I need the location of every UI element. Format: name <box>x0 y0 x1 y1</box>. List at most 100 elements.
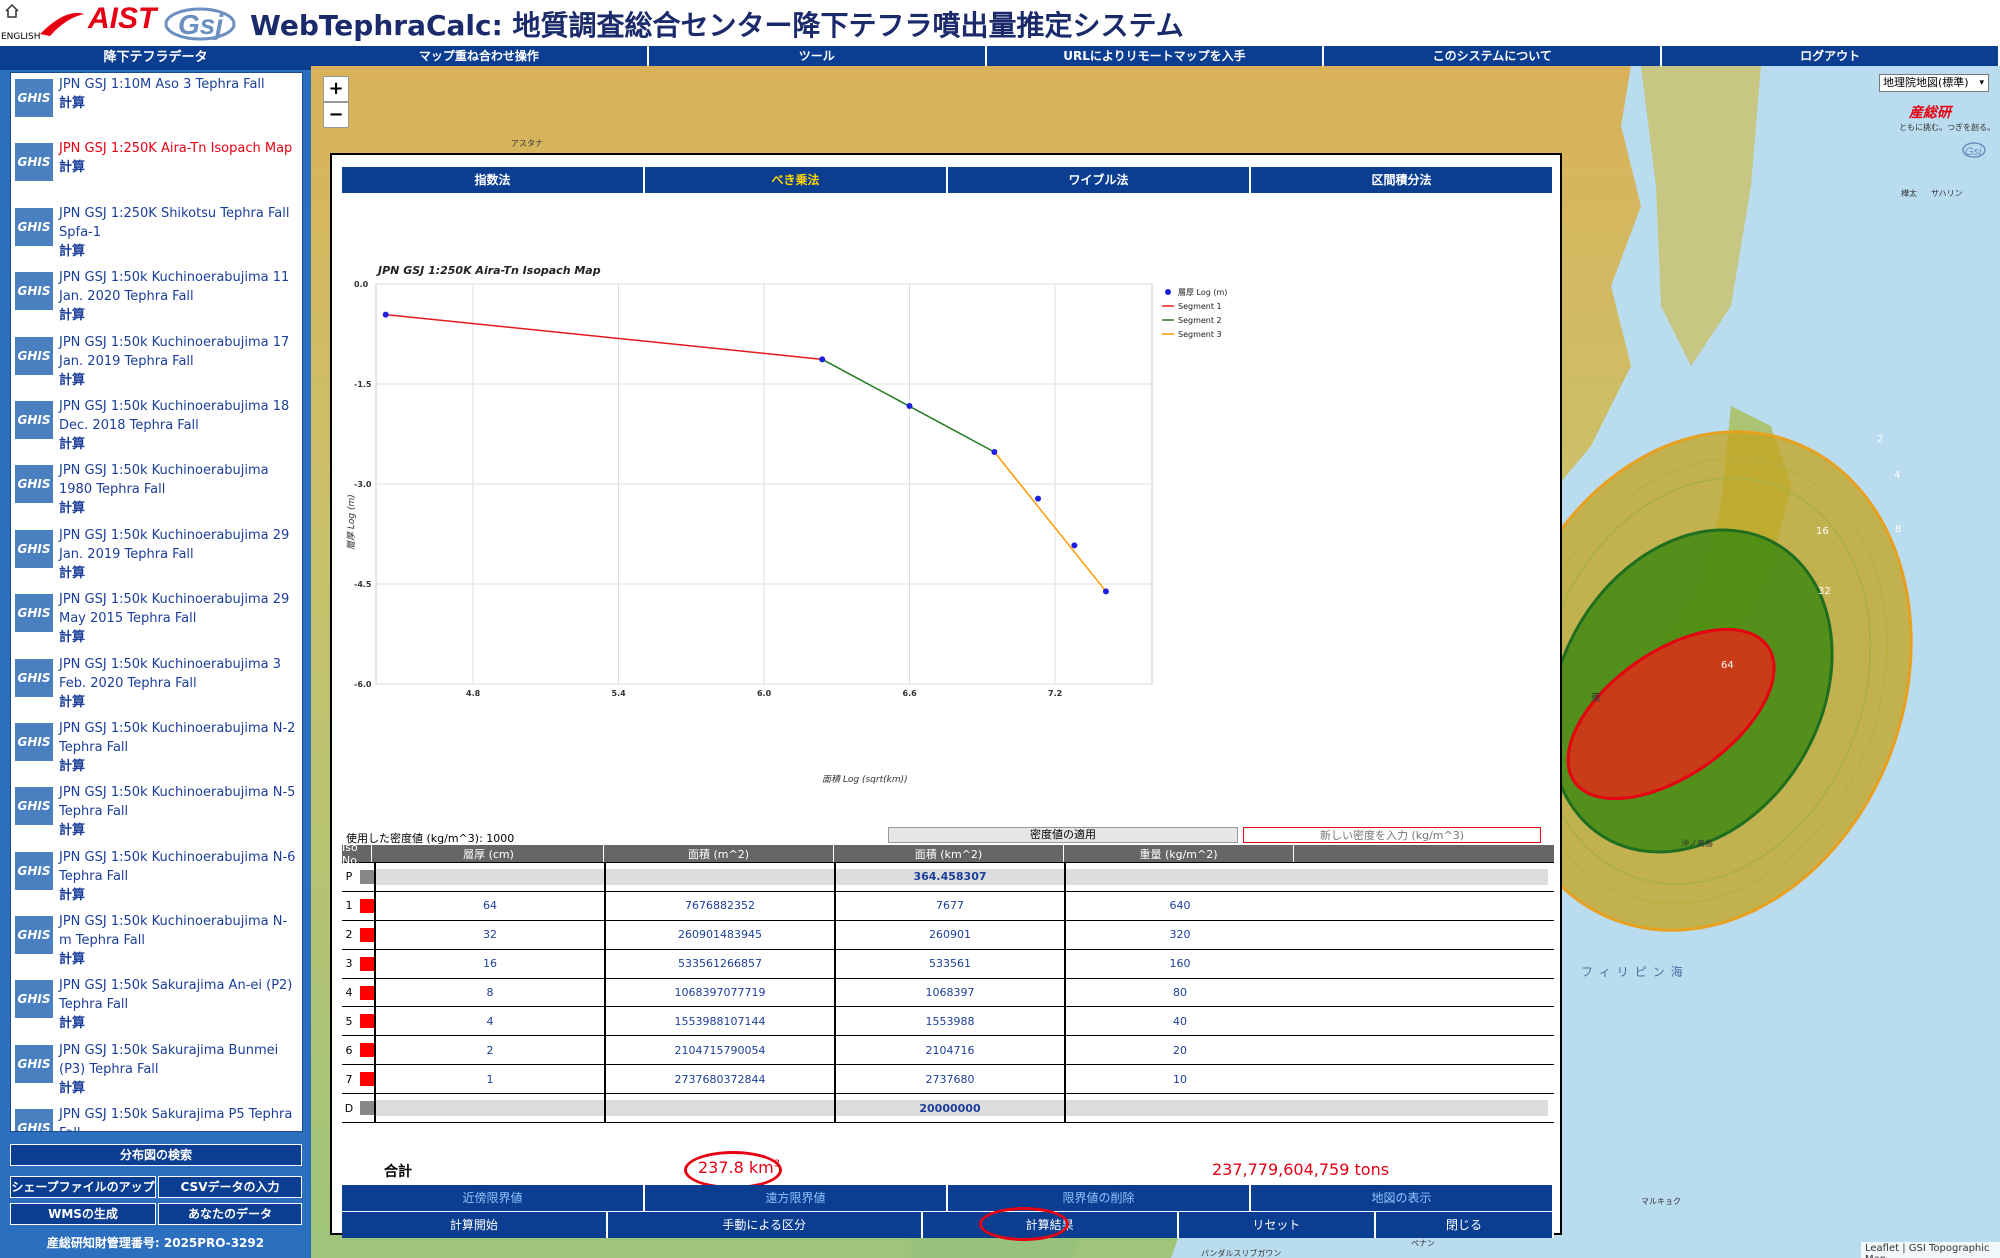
english-link[interactable]: ENGLISH <box>1 32 41 42</box>
dataset-item[interactable]: GHIS JPN GSJ 1:50k Sakurajima P5 Tephra F… <box>11 1103 302 1131</box>
dataset-name[interactable]: JPN GSJ 1:50k Kuchinoerabujima N-5 Tephr… <box>59 785 295 819</box>
table-row[interactable]: 5 4 1553988107144 1553988 40 <box>342 1007 1554 1037</box>
search-map-button[interactable]: 分布図の検索 <box>10 1144 302 1166</box>
color-swatch[interactable] <box>360 1014 374 1029</box>
tab-exponential[interactable]: 指数法 <box>342 167 645 193</box>
dataset-name[interactable]: JPN GSJ 1:50k Kuchinoerabujima 18 Dec. 2… <box>59 399 289 433</box>
dataset-item[interactable]: GHIS JPN GSJ 1:50k Kuchinoerabujima N-2 T… <box>11 717 302 781</box>
color-swatch[interactable] <box>360 898 374 913</box>
zoom-in-button[interactable]: + <box>323 76 349 102</box>
calc-link[interactable]: 計算 <box>59 693 298 712</box>
calc-link[interactable]: 計算 <box>59 371 298 390</box>
show-map-button[interactable]: 地図の表示 <box>1251 1185 1554 1211</box>
dataset-name[interactable]: JPN GSJ 1:50k Kuchinoerabujima 29 Jan. 2… <box>59 528 289 562</box>
dataset-name[interactable]: JPN GSJ 1:50k Sakurajima P5 Tephra Fall <box>59 1107 292 1131</box>
dataset-name[interactable]: JPN GSJ 1:50k Kuchinoerabujima N-6 Tephr… <box>59 850 295 884</box>
calc-link[interactable]: 計算 <box>59 821 298 840</box>
delete-threshold-button[interactable]: 限界値の削除 <box>948 1185 1251 1211</box>
calc-link[interactable]: 計算 <box>59 1079 298 1098</box>
dataset-item[interactable]: GHIS JPN GSJ 1:50k Kuchinoerabujima N-6 T… <box>11 846 302 910</box>
calc-link[interactable]: 計算 <box>59 564 298 583</box>
dataset-name[interactable]: JPN GSJ 1:250K Aira-Tn Isopach Map <box>59 141 292 156</box>
far-threshold-button[interactable]: 遠方限界値 <box>645 1185 948 1211</box>
calc-link[interactable]: 計算 <box>59 499 298 518</box>
dataset-item[interactable]: GHIS JPN GSJ 1:250K Shikotsu Tephra Fall … <box>11 202 302 266</box>
dataset-name[interactable]: JPN GSJ 1:50k Kuchinoerabujima 17 Jan. 2… <box>59 335 289 369</box>
dataset-item[interactable]: GHIS JPN GSJ 1:50k Kuchinoerabujima 17 Ja… <box>11 331 302 395</box>
table-row[interactable]: D 20000000 <box>342 1094 1554 1124</box>
dataset-item[interactable]: GHIS JPN GSJ 1:50k Kuchinoerabujima N-m T… <box>11 910 302 974</box>
manual-segment-button[interactable]: 手動による区分 <box>607 1212 923 1238</box>
csv-input-button[interactable]: CSVデータの入力 <box>158 1176 302 1198</box>
calc-link[interactable]: 計算 <box>59 886 298 905</box>
shapefile-upload-button[interactable]: シェープファイルのアップ <box>10 1176 156 1198</box>
nav-logout[interactable]: ログアウト <box>1662 46 2000 66</box>
dataset-name[interactable]: JPN GSJ 1:50k Sakurajima Bunmei (P3) Tep… <box>59 1043 278 1077</box>
dataset-name[interactable]: JPN GSJ 1:50k Kuchinoerabujima 29 May 20… <box>59 592 289 626</box>
calc-link[interactable]: 計算 <box>59 158 298 177</box>
dataset-item[interactable]: GHIS JPN GSJ 1:50k Kuchinoerabujima 1980 … <box>11 459 302 523</box>
dataset-item[interactable]: GHIS JPN GSJ 1:250K Aira-Tn Isopach Map 計算 <box>11 137 302 201</box>
dataset-name[interactable]: JPN GSJ 1:50k Kuchinoerabujima 11 Jan. 2… <box>59 270 289 304</box>
tab-power-law[interactable]: べき乗法 <box>645 167 948 193</box>
dataset-name[interactable]: JPN GSJ 1:250K Shikotsu Tephra Fall Spfa… <box>59 206 289 240</box>
apply-density-button[interactable]: 密度値の適用 <box>888 827 1238 843</box>
nav-overlay[interactable]: マップ重ね合わせ操作 <box>311 46 649 66</box>
calc-link[interactable]: 計算 <box>59 1014 298 1033</box>
table-row[interactable]: 7 1 2737680372844 2737680 10 <box>342 1065 1554 1095</box>
calc-result-button[interactable]: 計算結果 <box>922 1207 1179 1241</box>
table-row[interactable]: 1 64 7676882352 7677 640 <box>342 891 1554 921</box>
dataset-name[interactable]: JPN GSJ 1:50k Sakurajima An-ei (P2) Teph… <box>59 978 292 1012</box>
calc-link[interactable]: 計算 <box>59 94 298 113</box>
dataset-name[interactable]: JPN GSJ 1:50k Kuchinoerabujima 3 Feb. 20… <box>59 657 281 691</box>
calc-link[interactable]: 計算 <box>59 950 298 969</box>
calc-link[interactable]: 計算 <box>59 435 298 454</box>
dataset-item[interactable]: GHIS JPN GSJ 1:50k Sakurajima Bunmei (P3)… <box>11 1039 302 1103</box>
home-icon[interactable] <box>4 3 20 19</box>
tab-interval-integral[interactable]: 区間積分法 <box>1251 167 1554 193</box>
reset-button[interactable]: リセット <box>1178 1212 1377 1238</box>
dataset-name[interactable]: JPN GSJ 1:50k Kuchinoerabujima N-2 Tephr… <box>59 721 295 755</box>
color-swatch[interactable] <box>360 956 374 971</box>
table-row[interactable]: 4 8 1068397077719 1068397 80 <box>342 978 1554 1008</box>
map-attribution[interactable]: Leaflet | GSI Topographic Map <box>1861 1242 2000 1258</box>
nav-about[interactable]: このシステムについて <box>1324 46 1663 66</box>
close-button[interactable]: 閉じる <box>1376 1212 1555 1238</box>
nav-tools[interactable]: ツール <box>648 46 987 66</box>
color-swatch[interactable] <box>360 927 374 942</box>
dataset-name[interactable]: JPN GSJ 1:50k Kuchinoerabujima 1980 Teph… <box>59 463 269 497</box>
color-swatch[interactable] <box>360 1043 374 1058</box>
dataset-list[interactable]: GHIS JPN GSJ 1:10M Aso 3 Tephra Fall 計算 GHI… <box>10 72 303 1132</box>
color-swatch[interactable] <box>360 985 374 1000</box>
dataset-item[interactable]: GHIS JPN GSJ 1:50k Kuchinoerabujima 11 Ja… <box>11 266 302 330</box>
dataset-item[interactable]: GHIS JPN GSJ 1:50k Kuchinoerabujima 29 Ma… <box>11 588 302 652</box>
start-calc-button[interactable]: 計算開始 <box>342 1212 608 1238</box>
zoom-out-button[interactable]: − <box>323 102 349 128</box>
table-row[interactable]: P 364.458307 <box>342 863 1554 892</box>
dataset-item[interactable]: GHIS JPN GSJ 1:50k Sakurajima An-ei (P2) … <box>11 974 302 1038</box>
near-threshold-button[interactable]: 近傍限界値 <box>342 1185 645 1211</box>
calc-link[interactable]: 計算 <box>59 306 298 325</box>
tab-weibull[interactable]: ワイブル法 <box>948 167 1251 193</box>
dataset-item[interactable]: GHIS JPN GSJ 1:10M Aso 3 Tephra Fall 計算 <box>11 73 302 137</box>
nav-remote-map[interactable]: URLによりリモートマップを入手 <box>986 46 1325 66</box>
wms-generate-button[interactable]: WMSの生成 <box>10 1203 156 1225</box>
calc-link[interactable]: 計算 <box>59 628 298 647</box>
color-swatch[interactable] <box>360 870 374 884</box>
dataset-name[interactable]: JPN GSJ 1:50k Kuchinoerabujima N-m Tephr… <box>59 914 287 948</box>
color-swatch[interactable] <box>360 1072 374 1087</box>
calc-link[interactable]: 計算 <box>59 757 298 776</box>
basemap-select[interactable]: 地理院地図(標準) ▾ <box>1879 74 1989 92</box>
table-row[interactable]: 2 32 260901483945 260901 320 <box>342 920 1554 950</box>
color-swatch[interactable] <box>360 1101 374 1116</box>
calc-link[interactable]: 計算 <box>59 242 298 261</box>
dataset-item[interactable]: GHIS JPN GSJ 1:50k Kuchinoerabujima N-5 T… <box>11 781 302 845</box>
table-row[interactable]: 3 16 533561266857 533561 160 <box>342 949 1554 979</box>
dataset-item[interactable]: GHIS JPN GSJ 1:50k Kuchinoerabujima 3 Feb… <box>11 653 302 717</box>
dataset-item[interactable]: GHIS JPN GSJ 1:50k Kuchinoerabujima 29 Ja… <box>11 524 302 588</box>
dataset-item[interactable]: GHIS JPN GSJ 1:50k Kuchinoerabujima 18 De… <box>11 395 302 459</box>
dataset-name[interactable]: JPN GSJ 1:10M Aso 3 Tephra Fall <box>59 77 265 92</box>
table-row[interactable]: 6 2 2104715790054 2104716 20 <box>342 1036 1554 1066</box>
density-input[interactable] <box>1243 827 1541 843</box>
your-data-button[interactable]: あなたのデータ <box>158 1203 302 1225</box>
